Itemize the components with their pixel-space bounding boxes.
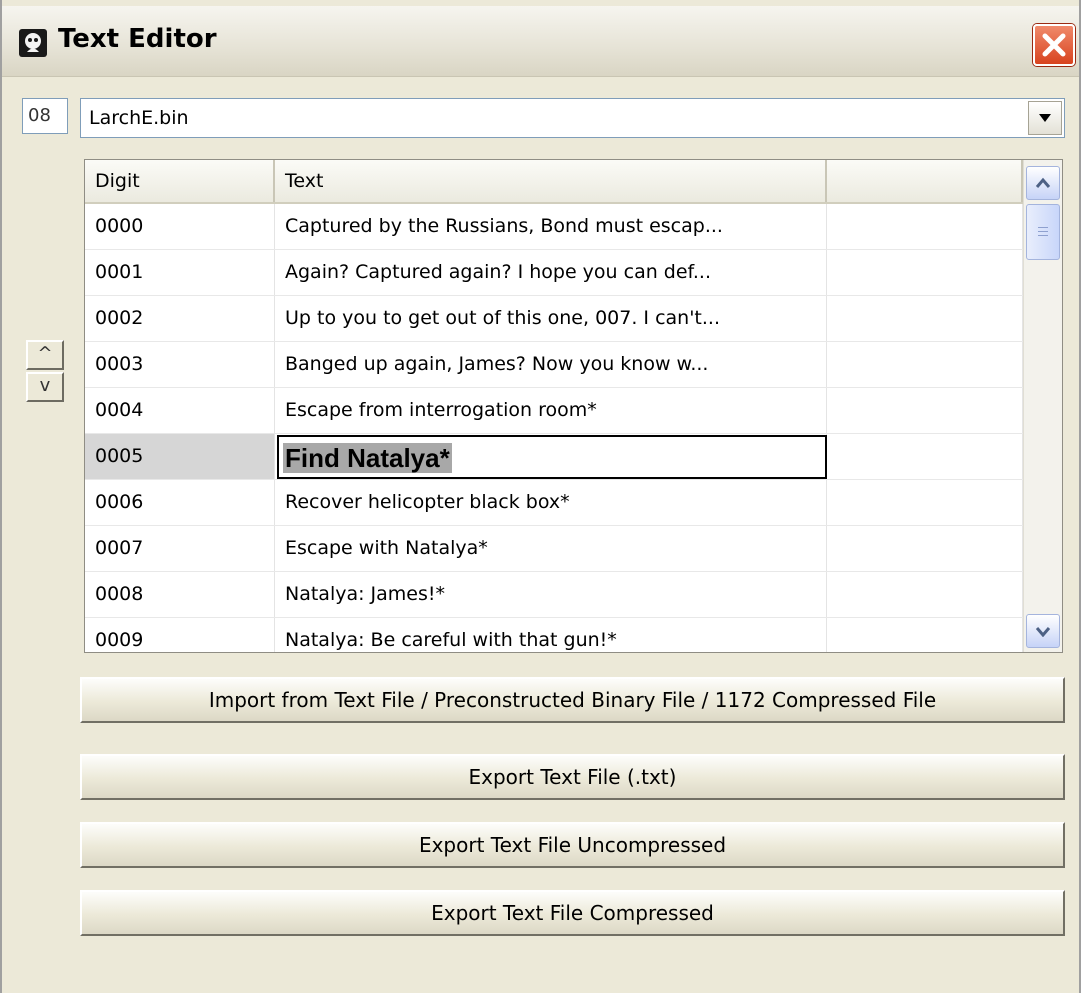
text-cell[interactable]: Again? Captured again? I hope you can de… — [275, 250, 827, 295]
cell-edit-selected-text: Find Natalya* — [283, 443, 452, 473]
vertical-scrollbar[interactable] — [1023, 160, 1062, 652]
export-compressed-button[interactable]: Export Text File Compressed — [80, 890, 1065, 936]
table-row[interactable]: 0009 Natalya: Be careful with that gun!* — [85, 618, 1025, 652]
extra-cell — [827, 204, 1023, 249]
file-select[interactable]: LarchE.bin — [80, 98, 1065, 138]
column-header-text[interactable]: Text — [275, 160, 827, 202]
table-header: Digit Text — [85, 160, 1025, 204]
scroll-up-button[interactable] — [1026, 166, 1060, 200]
column-header-digit[interactable]: Digit — [85, 160, 275, 202]
cell-edit-input[interactable]: Find Natalya* — [277, 435, 827, 479]
extra-cell — [827, 296, 1023, 341]
table-row-selected[interactable]: 0005 Find Natalya* — [85, 434, 1025, 480]
file-select-dropdown-button[interactable] — [1028, 101, 1062, 135]
digit-cell: 0008 — [85, 572, 275, 617]
digit-cell: 0002 — [85, 296, 275, 341]
text-cell[interactable]: Up to you to get out of this one, 007. I… — [275, 296, 827, 341]
title-bar[interactable]: Text Editor — [2, 6, 1079, 77]
digit-cell: 0005 — [85, 434, 275, 479]
text-table[interactable]: Digit Text 0000 Captured by the Russians… — [84, 159, 1063, 653]
table-row[interactable]: 0007 Escape with Natalya* — [85, 526, 1025, 572]
table-row[interactable]: 0003 Banged up again, James? Now you kno… — [85, 342, 1025, 388]
slot-number-field[interactable]: 08 — [22, 98, 68, 134]
extra-cell — [827, 342, 1023, 387]
digit-cell: 0009 — [85, 618, 275, 652]
digit-cell: 0007 — [85, 526, 275, 571]
extra-cell — [827, 388, 1023, 433]
text-cell[interactable]: Banged up again, James? Now you know w..… — [275, 342, 827, 387]
table-row[interactable]: 0006 Recover helicopter black box* — [85, 480, 1025, 526]
move-down-button[interactable]: v — [26, 372, 64, 402]
window-title: Text Editor — [58, 24, 217, 54]
digit-cell: 0006 — [85, 480, 275, 525]
close-button[interactable] — [1033, 24, 1075, 66]
text-cell[interactable]: Recover helicopter black box* — [275, 480, 827, 525]
column-header-extra[interactable] — [827, 160, 1023, 202]
table-row[interactable]: 0002 Up to you to get out of this one, 0… — [85, 296, 1025, 342]
digit-cell: 0004 — [85, 388, 275, 433]
text-cell[interactable]: Captured by the Russians, Bond must esca… — [275, 204, 827, 249]
file-select-value: LarchE.bin — [89, 107, 189, 129]
app-icon — [18, 28, 48, 58]
scroll-down-button[interactable] — [1026, 614, 1060, 648]
extra-cell — [827, 480, 1023, 525]
table-row[interactable]: 0000 Captured by the Russians, Bond must… — [85, 204, 1025, 250]
extra-cell — [827, 572, 1023, 617]
table-row[interactable]: 0004 Escape from interrogation room* — [85, 388, 1025, 434]
export-txt-button[interactable]: Export Text File (.txt) — [80, 754, 1065, 800]
digit-cell: 0001 — [85, 250, 275, 295]
scroll-thumb[interactable] — [1026, 204, 1060, 260]
text-cell[interactable]: Natalya: James!* — [275, 572, 827, 617]
digit-cell: 0003 — [85, 342, 275, 387]
table-row[interactable]: 0001 Again? Captured again? I hope you c… — [85, 250, 1025, 296]
import-button[interactable]: Import from Text File / Preconstructed B… — [80, 677, 1065, 723]
export-uncompressed-button[interactable]: Export Text File Uncompressed — [80, 822, 1065, 868]
extra-cell — [827, 434, 1023, 479]
move-up-button[interactable]: ^ — [26, 340, 64, 370]
table-row[interactable]: 0008 Natalya: James!* — [85, 572, 1025, 618]
extra-cell — [827, 526, 1023, 571]
extra-cell — [827, 250, 1023, 295]
digit-cell: 0000 — [85, 204, 275, 249]
extra-cell — [827, 618, 1023, 652]
text-cell[interactable]: Natalya: Be careful with that gun!* — [275, 618, 827, 652]
text-cell[interactable]: Escape from interrogation room* — [275, 388, 827, 433]
text-cell[interactable]: Escape with Natalya* — [275, 526, 827, 571]
text-editor-window: Text Editor 08 LarchE.bin ^ v Digit Text… — [0, 0, 1081, 993]
